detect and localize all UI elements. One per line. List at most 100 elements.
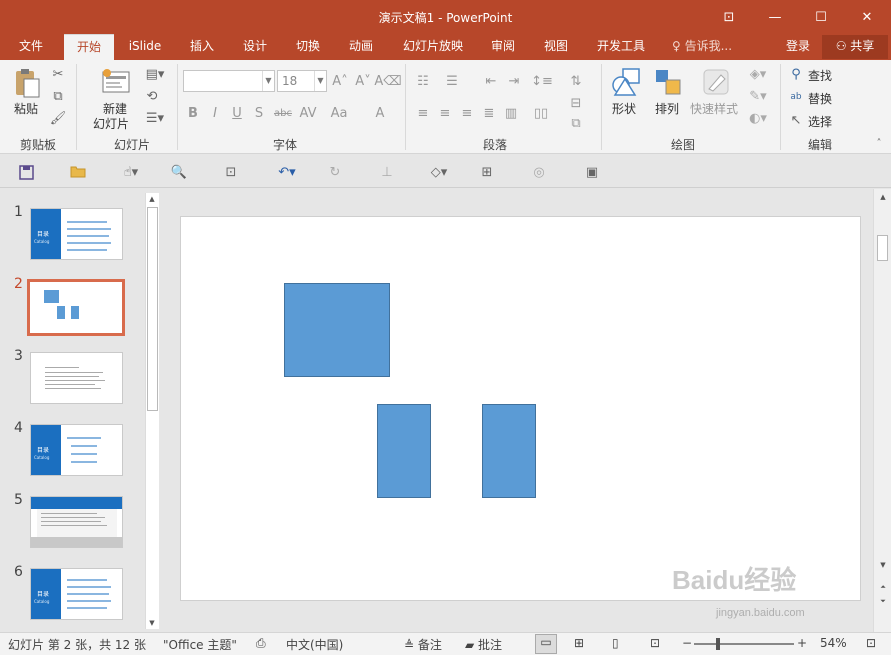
shape-outline-icon[interactable]: ✎▾ [746, 88, 770, 104]
cut-icon[interactable]: ✂ [50, 66, 66, 82]
thumbnail-scrollbar[interactable]: ▲ ▼ [145, 193, 159, 629]
share-button[interactable]: ⚇ 共享 [822, 35, 888, 59]
shapes-label[interactable]: 形状 [612, 100, 636, 117]
spell-check-icon[interactable]: ⎙ [256, 636, 266, 651]
strikethrough-icon[interactable]: abc [272, 104, 294, 122]
zoom-in-button[interactable]: + [797, 636, 807, 650]
notes-button[interactable]: ≜ 备注 [404, 636, 442, 653]
align-left-icon[interactable]: ≡ [414, 104, 432, 122]
align-tool-icon[interactable]: ⊥ [378, 163, 396, 181]
close-button[interactable]: ✕ [844, 0, 890, 34]
layout-icon[interactable]: ▤▾ [143, 66, 167, 82]
numbering-icon[interactable]: ☰ [440, 72, 464, 90]
zoom-slider-knob[interactable] [716, 638, 720, 650]
quick-styles-label[interactable]: 快速样式 [690, 100, 738, 117]
align-text-icon[interactable]: ⊟ [565, 96, 587, 111]
arrange-label[interactable]: 排列 [655, 100, 679, 117]
merge-shapes-icon[interactable]: ◎ [530, 163, 548, 181]
shapes-icon[interactable] [610, 66, 642, 98]
justify-icon[interactable]: ≣ [480, 104, 498, 122]
quick-styles-icon[interactable] [700, 66, 732, 98]
shadow-icon[interactable]: S [252, 104, 266, 122]
align-center-icon[interactable]: ≡ [436, 104, 454, 122]
columns-icon[interactable]: ▯▯ [530, 104, 552, 122]
slide-thumbnail-3[interactable] [30, 352, 123, 404]
open-folder-icon[interactable] [69, 163, 87, 181]
font-color-icon[interactable]: A [370, 104, 390, 122]
scrollbar-thumb[interactable] [147, 207, 158, 411]
underline-icon[interactable]: U [230, 104, 244, 122]
tab-slideshow[interactable]: 幻灯片放映 [396, 34, 470, 60]
new-slide-label-2[interactable]: 幻灯片 [93, 115, 129, 132]
align-right-icon[interactable]: ≡ [458, 104, 476, 122]
smartart-icon[interactable]: ⧉ [565, 116, 587, 131]
undo-icon[interactable]: ↶▾ [272, 163, 302, 181]
comments-button[interactable]: ▰ 批注 [465, 636, 502, 653]
format-painter-icon[interactable]: 🖌 [50, 110, 67, 126]
select-button[interactable]: 选择 [808, 113, 832, 130]
scroll-up-icon[interactable]: ▲ [146, 193, 158, 205]
rectangle-shape-right[interactable] [482, 404, 536, 498]
save-icon[interactable] [17, 163, 35, 181]
minimize-button[interactable]: — [752, 0, 798, 34]
grow-font-icon[interactable]: A˄ [331, 72, 349, 90]
presenter-icon[interactable]: ⊡ [222, 163, 240, 181]
slide-thumbnail-5[interactable] [30, 496, 123, 548]
shrink-font-icon[interactable]: A˅ [354, 72, 372, 90]
change-case-icon[interactable]: Aa [327, 104, 351, 122]
maximize-button[interactable]: ☐ [798, 0, 844, 34]
reading-view-icon[interactable]: ▯ [612, 636, 619, 650]
crop-icon[interactable]: ⊞ [478, 163, 496, 181]
character-spacing-icon[interactable]: AV [296, 104, 320, 122]
tell-me-search[interactable]: ♀ 告诉我... [672, 34, 732, 60]
collapse-ribbon-icon[interactable]: ˄ [872, 136, 886, 150]
login-link[interactable]: 登录 [786, 34, 810, 60]
increase-indent-icon[interactable]: ⇥ [505, 72, 523, 90]
find-icon[interactable]: ⚲ [788, 66, 804, 82]
print-preview-icon[interactable]: 🔍 [170, 163, 188, 181]
next-slide-icon[interactable]: ⏷ [877, 595, 889, 607]
tab-file[interactable]: 文件 [10, 34, 52, 60]
language-indicator[interactable]: 中文(中国) [286, 636, 343, 653]
scroll-down-icon[interactable]: ▼ [877, 559, 889, 571]
section-icon[interactable]: ☰▾ [143, 110, 167, 126]
scroll-up-icon[interactable]: ▲ [877, 191, 889, 203]
zoom-slider[interactable] [694, 643, 794, 645]
reset-icon[interactable]: ⟲ [143, 88, 161, 104]
paste-button-label[interactable]: 粘贴 [14, 100, 38, 117]
tab-transitions[interactable]: 切换 [286, 34, 330, 60]
tab-design[interactable]: 设计 [233, 34, 277, 60]
tab-insert[interactable]: 插入 [180, 34, 224, 60]
tab-developer[interactable]: 开发工具 [590, 34, 652, 60]
ribbon-display-options-button[interactable]: ⊡ [706, 0, 752, 34]
zoom-level[interactable]: 54% [820, 636, 847, 650]
tab-islide[interactable]: iSlide [122, 34, 168, 60]
slide-canvas[interactable] [180, 216, 861, 601]
slide-thumbnail-4[interactable]: 目录 Catalog [30, 424, 123, 476]
paste-icon[interactable] [12, 66, 42, 100]
line-spacing-icon[interactable]: ↕≡ [530, 72, 554, 90]
slide-thumbnail-6[interactable]: 目录 Catalog [30, 568, 123, 620]
slide-thumbnail-2-selected[interactable] [27, 279, 125, 336]
replace-icon[interactable]: ab [788, 89, 804, 105]
bold-icon[interactable]: B [186, 104, 200, 122]
decrease-indent-icon[interactable]: ⇤ [482, 72, 500, 90]
select-cursor-icon[interactable]: ↖ [788, 112, 804, 128]
shape-tool-icon[interactable]: ◇▾ [424, 163, 454, 181]
tab-home[interactable]: 开始 [64, 34, 114, 60]
tab-view[interactable]: 视图 [534, 34, 578, 60]
normal-view-icon[interactable]: ▭ [535, 634, 557, 654]
new-slide-icon[interactable] [100, 66, 132, 98]
italic-icon[interactable]: I [208, 104, 222, 122]
copy-icon[interactable]: ⧉ [50, 88, 66, 104]
clear-formatting-icon[interactable]: A⌫ [374, 72, 401, 90]
shape-effects-icon[interactable]: ◐▾ [746, 110, 770, 126]
tab-animations[interactable]: 动画 [339, 34, 383, 60]
square-shape[interactable] [284, 283, 390, 377]
scrollbar-thumb[interactable] [877, 235, 888, 261]
font-size-dropdown[interactable]: 18 ▼ [277, 70, 327, 92]
slideshow-icon[interactable]: ⊡ [650, 636, 660, 650]
slide-thumbnail-1[interactable]: 目录 Catalog [30, 208, 123, 260]
redo-icon[interactable]: ↻ [326, 163, 344, 181]
tab-review[interactable]: 审阅 [481, 34, 525, 60]
